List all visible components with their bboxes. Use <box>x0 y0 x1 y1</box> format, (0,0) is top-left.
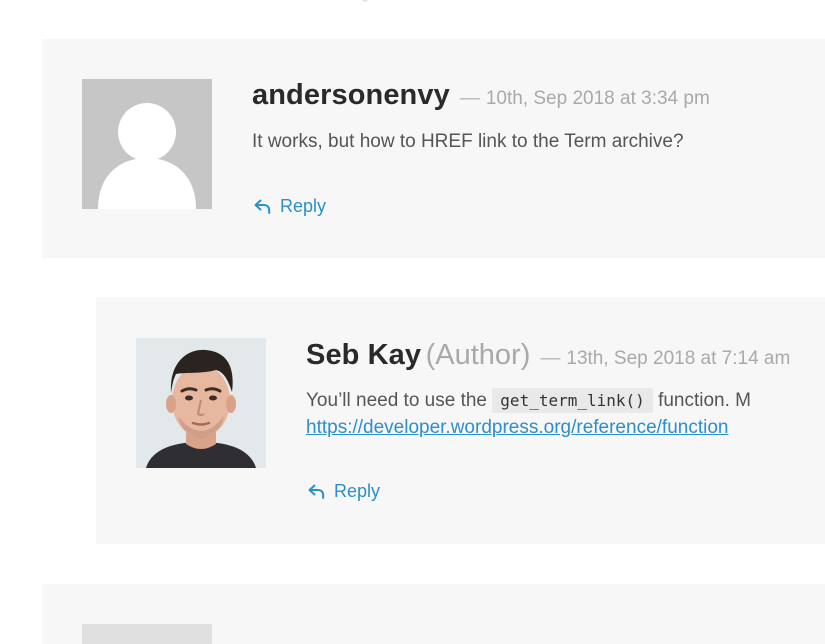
comment-text-before: You’ll need to use the <box>306 390 488 411</box>
author-avatar <box>136 338 266 468</box>
comment-reply: Seb Kay (Author) —13th, Sep 2018 at 7:14 … <box>96 297 825 544</box>
comment-meta: Seb Kay (Author) —13th, Sep 2018 at 7:14 … <box>306 339 790 372</box>
comment-date[interactable]: 13th, Sep 2018 at 7:14 am <box>566 348 790 369</box>
comment-author[interactable]: Seb Kay <box>306 339 421 371</box>
avatar <box>82 624 212 644</box>
inline-code: get_term_link() <box>492 388 653 413</box>
reply-label: Reply <box>280 196 327 216</box>
reply-button[interactable]: Reply <box>308 481 380 502</box>
comment-author[interactable]: andersonenvy <box>252 79 450 111</box>
author-badge: (Author) <box>425 339 531 371</box>
comment-text: You’ll need to use the get_term_link() f… <box>306 387 751 441</box>
reply-arrow-icon <box>308 484 325 499</box>
comment-meta: andersonenvy — 10th, Sep 2018 at 3:34 pm <box>252 79 710 112</box>
comment-text: It works, but how to HREF link to the Te… <box>252 131 684 152</box>
default-avatar-icon <box>82 79 212 209</box>
reference-link[interactable]: https://developer.wordpress.org/referenc… <box>306 417 728 438</box>
meta-separator: — <box>459 87 480 109</box>
decorative-dot <box>362 0 368 2</box>
reply-button[interactable]: Reply <box>254 196 326 217</box>
reply-label: Reply <box>334 481 381 501</box>
reply-arrow-icon <box>254 199 271 214</box>
comment: andersonenvy — 10th, Sep 2018 at 3:34 pm I… <box>42 39 825 258</box>
comment-text-after: function. M <box>658 390 752 411</box>
comment-date[interactable]: 10th, Sep 2018 at 3:34 pm <box>486 88 710 109</box>
comment <box>42 584 825 644</box>
meta-separator: — <box>540 347 561 369</box>
